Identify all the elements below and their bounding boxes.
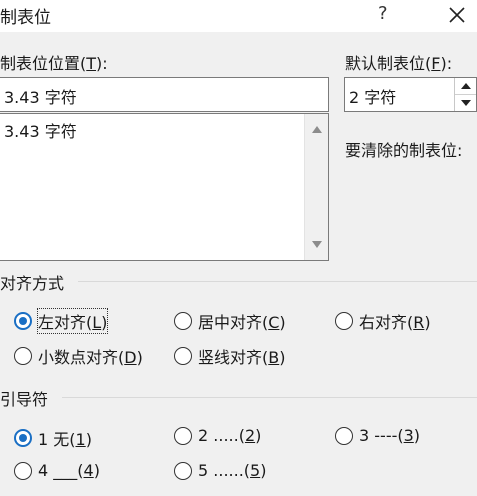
spin-down-icon (460, 99, 471, 106)
help-button[interactable]: ? (378, 3, 388, 24)
spin-up-button[interactable] (455, 78, 476, 95)
dialog-title: 制表位 (0, 8, 51, 28)
radio-icon (14, 347, 32, 365)
leader-dashes-label: 3 ----(3) (359, 426, 421, 445)
tab-position-label: 制表位位置(T): (0, 54, 108, 73)
leader-dots-radio[interactable]: 2 .....(2) (174, 426, 261, 445)
radio-icon (174, 461, 192, 480)
spin-up-icon (460, 82, 471, 89)
align-center-radio[interactable]: 居中对齐(C) (174, 309, 286, 333)
close-icon (449, 7, 465, 23)
radio-icon (335, 312, 353, 330)
default-tab-label: 默认制表位(F): (345, 54, 453, 73)
radio-icon (14, 461, 32, 480)
align-center-label: 居中对齐(C) (198, 313, 286, 332)
tab-position-input[interactable]: 3.43 字符 (0, 77, 329, 112)
default-tab-spinner[interactable]: 2 字符 (344, 77, 477, 112)
list-scrollbar[interactable] (304, 114, 328, 260)
default-tab-value: 2 字符 (349, 88, 397, 107)
scroll-up-icon[interactable] (312, 126, 322, 133)
leader-none-label: 1 无(1) (38, 430, 92, 449)
title-bar (0, 0, 477, 32)
radio-selected-icon (14, 429, 32, 447)
leader-underline-radio[interactable]: 4 ___(4) (14, 461, 100, 480)
align-left-radio[interactable]: 左对齐(L) (14, 308, 109, 334)
spin-down-button[interactable] (455, 95, 476, 112)
alignment-group-title: 对齐方式 (0, 274, 65, 293)
align-decimal-radio[interactable]: 小数点对齐(D) (14, 344, 143, 368)
align-bar-label: 竖线对齐(B) (198, 348, 286, 367)
align-decimal-label: 小数点对齐(D) (38, 348, 143, 367)
radio-selected-icon (14, 312, 32, 330)
align-right-label: 右对齐(R) (359, 313, 431, 332)
leader-middle-dots-label: 5 ......(5) (198, 461, 267, 480)
leader-middle-dots-radio[interactable]: 5 ......(5) (174, 461, 266, 480)
align-right-radio[interactable]: 右对齐(R) (335, 309, 431, 333)
list-item[interactable]: 3.43 字符 (4, 118, 77, 142)
scroll-down-icon[interactable] (312, 241, 322, 248)
leader-dots-label: 2 .....(2) (198, 426, 262, 445)
spin-buttons (454, 78, 476, 111)
radio-icon (174, 312, 192, 330)
leader-group-title: 引导符 (0, 390, 49, 409)
close-button[interactable] (441, 0, 473, 30)
tab-stop-list[interactable]: 3.43 字符 (0, 113, 329, 261)
clear-tabs-label: 要清除的制表位: (345, 141, 463, 160)
leader-none-radio[interactable]: 1 无(1) (14, 426, 92, 450)
alignment-group-line (78, 281, 477, 282)
radio-icon (174, 426, 192, 445)
tab-position-value: 3.43 字符 (4, 88, 77, 107)
radio-icon (335, 426, 353, 445)
align-bar-radio[interactable]: 竖线对齐(B) (174, 344, 285, 368)
leader-group-line (62, 397, 477, 398)
leader-dashes-radio[interactable]: 3 ----(3) (335, 426, 420, 445)
radio-icon (174, 347, 192, 365)
leader-underline-label: 4 ___(4) (38, 461, 100, 480)
align-left-label: 左对齐(L) (36, 308, 109, 334)
